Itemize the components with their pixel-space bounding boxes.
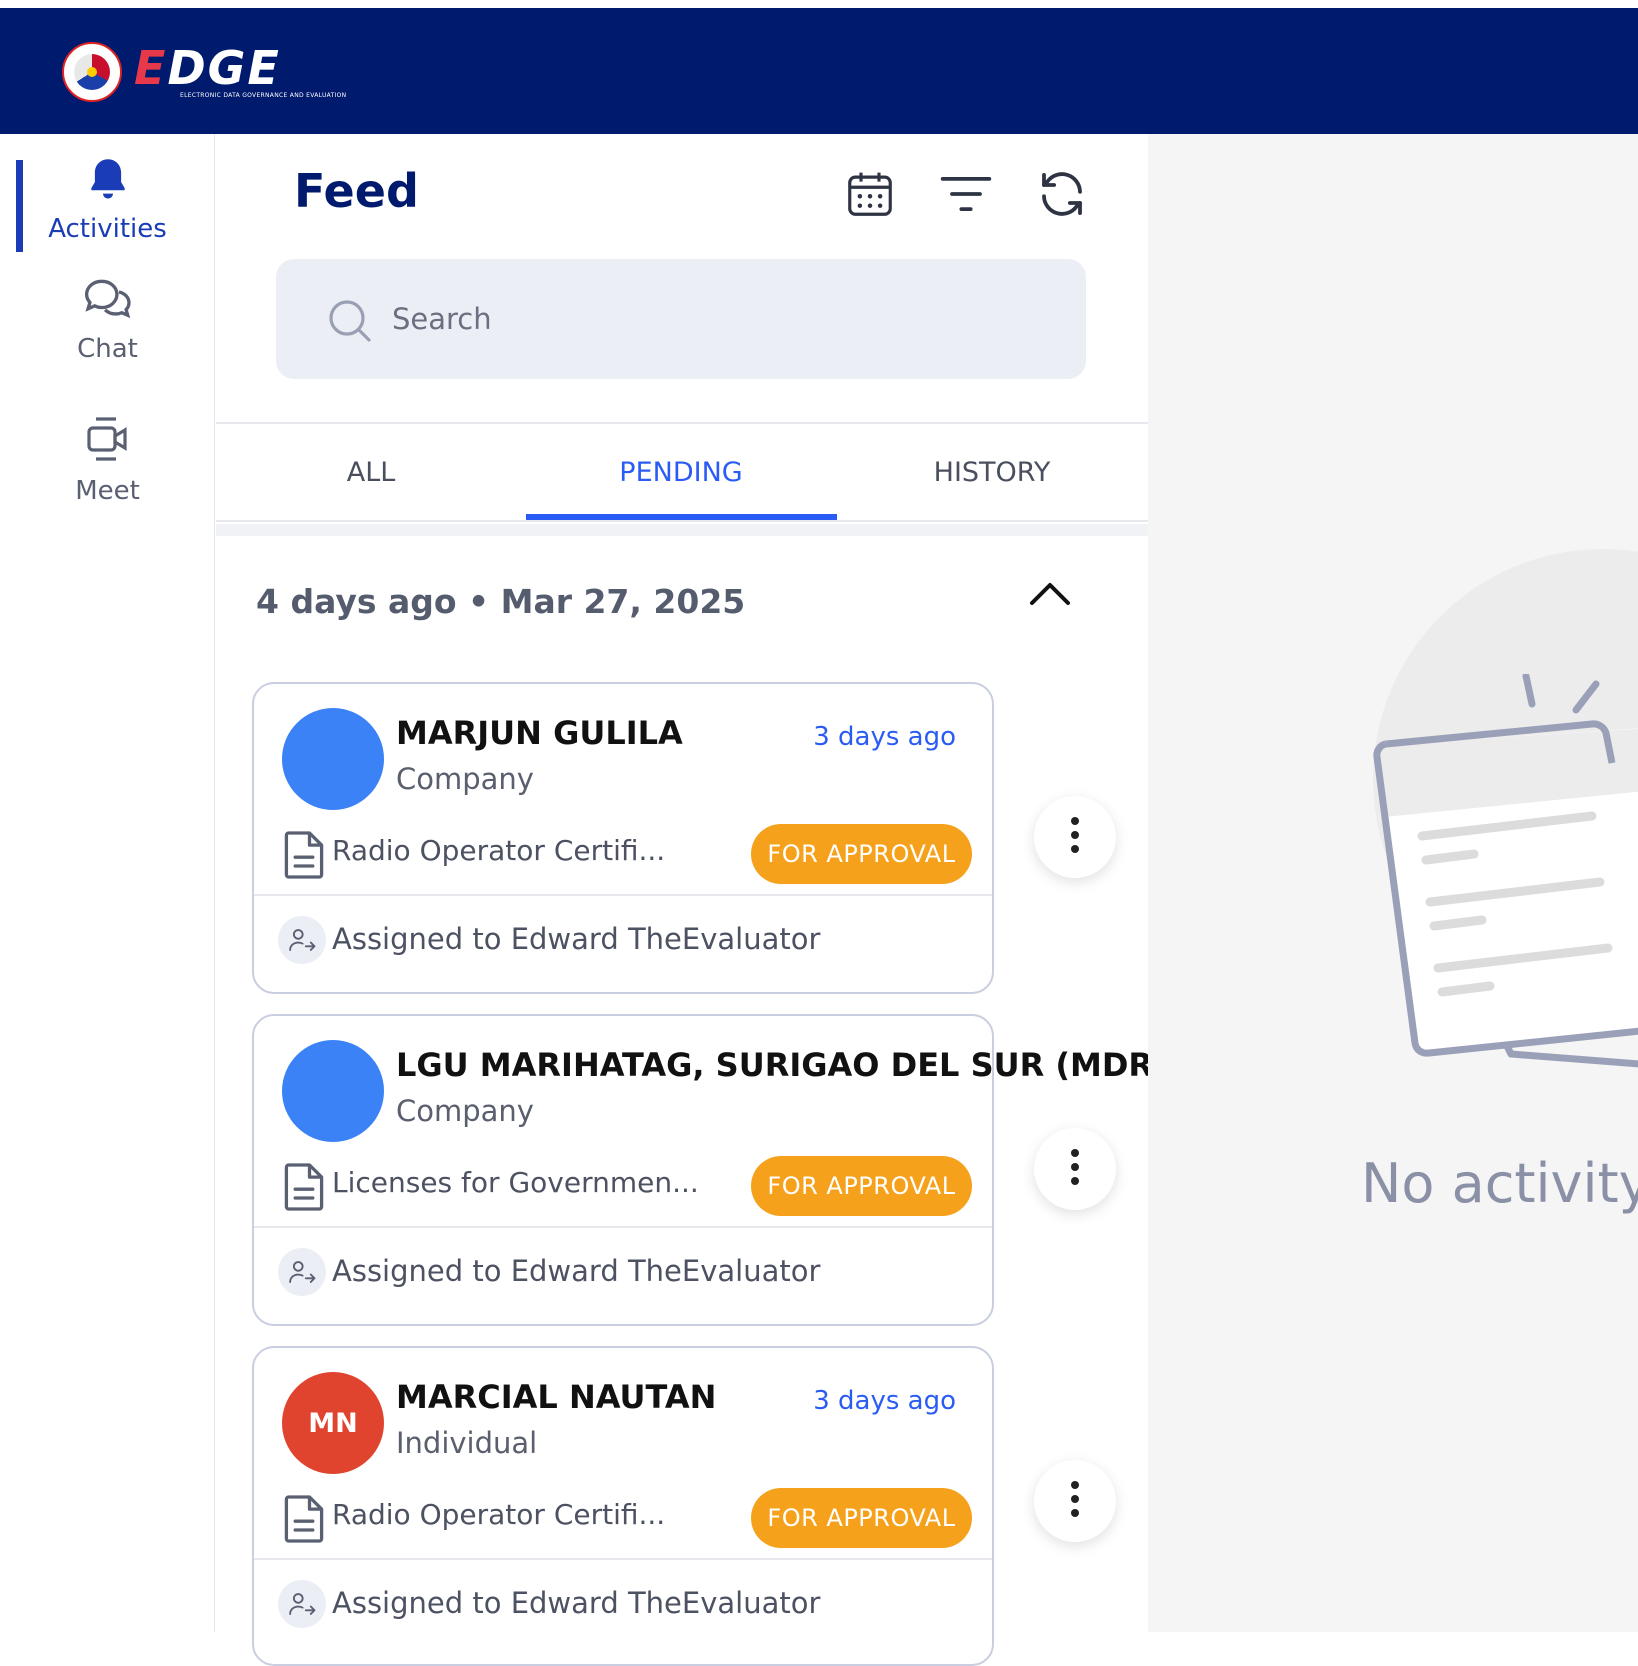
activity-card[interactable]: MN MARCIAL NAUTAN 3 days ago Individual … [252,1346,994,1666]
card-menu-button[interactable] [1034,1460,1116,1542]
app-logo[interactable]: EDGE ELECTRONIC DATA GOVERNANCE AND EVAL… [62,42,346,102]
chat-bubbles-icon [81,279,135,328]
search-icon [326,297,374,349]
card-menu-button[interactable] [1034,796,1116,878]
feed-panel: Feed ALL PENDING HISTORY 4 days ago • Ma… [216,134,1237,1666]
detail-pane: No activity [1148,134,1638,1632]
bell-icon [83,159,133,208]
filter-icon [938,172,994,220]
sidebar-item-activities[interactable]: Activities [0,154,215,244]
activity-card[interactable]: LGU MARIHATAG, SURIGAO DEL SUR (MDRRMO C… [252,1014,1237,1326]
document-title: Licenses for Governmen... [332,1166,699,1199]
card-timestamp: 3 days ago [813,1386,956,1416]
brand-tagline: ELECTRONIC DATA GOVERNANCE AND EVALUATIO… [180,91,347,99]
empty-clipboard-illustration [1366,672,1638,1118]
ntc-seal-logo [62,42,122,102]
applicant-name: MARJUN GULILA [396,714,683,752]
sidebar-item-label: Activities [48,214,167,244]
card-divider [254,1226,992,1228]
document-icon [282,1492,326,1550]
user-assign-icon [278,916,326,964]
card-divider [254,894,992,896]
applicant-name: LGU MARIHATAG, SURIGAO DEL SUR (MDRRMO [396,1046,1237,1084]
applicant-type: Individual [396,1426,538,1460]
document-icon [282,828,326,886]
edge-wordmark: EDGE ELECTRONIC DATA GOVERNANCE AND EVAL… [134,40,347,99]
page-title: Feed [294,164,419,218]
document-title: Radio Operator Certifi... [332,834,666,867]
date-group-label: 4 days ago • Mar 27, 2025 [256,582,746,621]
sidebar-item-label: Chat [77,334,138,364]
assigned-to: Assigned to Edward TheEvaluator [332,922,821,956]
active-tab-indicator [526,514,837,520]
applicant-name: MARCIAL NAUTAN [396,1378,717,1416]
applicant-type: Company [396,762,534,796]
feed-tabs: ALL PENDING HISTORY [216,422,1148,522]
divider [216,524,1148,536]
assigned-to: Assigned to Edward TheEvaluator [332,1254,821,1288]
empty-state-message: No activity [1361,1152,1638,1215]
collapse-group-button[interactable] [1028,578,1072,612]
activity-card[interactable]: MARJUN GULILA 3 days ago Company Radio O… [252,682,994,994]
more-vertical-icon [1070,1147,1080,1191]
document-title: Radio Operator Certifi... [332,1498,666,1531]
status-badge: FOR APPROVAL [751,824,972,884]
sidebar: Activities Chat Meet [0,134,215,1632]
video-camera-icon [84,417,132,470]
document-icon [282,1160,326,1218]
filter-button[interactable] [938,168,994,224]
tab-pending[interactable]: PENDING [526,424,836,520]
avatar [282,708,384,810]
avatar: MN [282,1372,384,1474]
more-vertical-icon [1070,815,1080,859]
sidebar-item-label: Meet [75,476,140,506]
refresh-button[interactable] [1034,168,1090,224]
applicant-type: Company [396,1094,534,1128]
search-box[interactable] [276,259,1086,379]
calendar-icon [843,167,897,225]
calendar-button[interactable] [842,168,898,224]
top-gap [0,0,1638,8]
status-badge: FOR APPROVAL [751,1488,972,1548]
brand-name: EDGE [134,40,281,95]
sidebar-item-chat[interactable]: Chat [0,274,215,364]
search-input[interactable] [392,293,1032,345]
sidebar-item-meet[interactable]: Meet [0,412,215,506]
assigned-to: Assigned to Edward TheEvaluator [332,1586,821,1620]
avatar [282,1040,384,1142]
chevron-up-icon [1028,583,1072,612]
card-menu-button[interactable] [1034,1128,1116,1210]
refresh-icon [1035,167,1089,225]
more-vertical-icon [1070,1479,1080,1523]
card-timestamp: 3 days ago [813,722,956,752]
user-assign-icon [278,1580,326,1628]
card-divider [254,1558,992,1560]
app-header: EDGE ELECTRONIC DATA GOVERNANCE AND EVAL… [0,8,1638,134]
status-badge: FOR APPROVAL [751,1156,972,1216]
tab-history[interactable]: HISTORY [837,424,1147,520]
tab-all[interactable]: ALL [216,424,526,520]
user-assign-icon [278,1248,326,1296]
